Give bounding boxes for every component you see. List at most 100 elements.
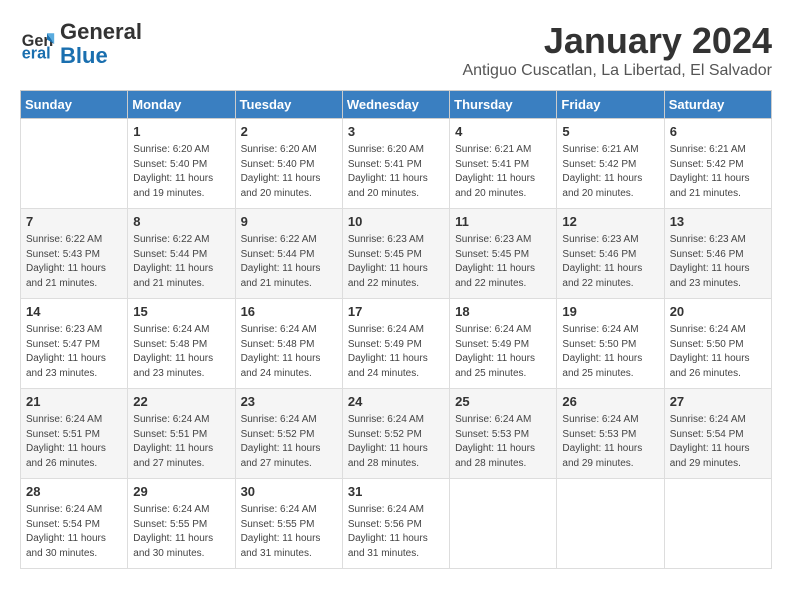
- cell-info: Sunrise: 6:24 AM Sunset: 5:53 PM Dayligh…: [562, 413, 658, 471]
- header-row: SundayMondayTuesdayWednesdayThursdayFrid…: [21, 91, 772, 119]
- day-number: 10: [348, 213, 444, 231]
- cell-info: Sunrise: 6:23 AM Sunset: 5:45 PM Dayligh…: [348, 233, 444, 291]
- cell-info: Sunrise: 6:23 AM Sunset: 5:47 PM Dayligh…: [26, 323, 122, 381]
- calendar-cell: [664, 479, 771, 569]
- cell-info: Sunrise: 6:24 AM Sunset: 5:49 PM Dayligh…: [348, 323, 444, 381]
- header-cell-friday: Friday: [557, 91, 664, 119]
- header-cell-wednesday: Wednesday: [342, 91, 449, 119]
- day-number: 18: [455, 303, 551, 321]
- cell-info: Sunrise: 6:24 AM Sunset: 5:53 PM Dayligh…: [455, 413, 551, 471]
- calendar-cell: 18 Sunrise: 6:24 AM Sunset: 5:49 PM Dayli…: [450, 299, 557, 389]
- calendar-cell: 13 Sunrise: 6:23 AM Sunset: 5:46 PM Dayli…: [664, 209, 771, 299]
- header-cell-sunday: Sunday: [21, 91, 128, 119]
- calendar-cell: 17 Sunrise: 6:24 AM Sunset: 5:49 PM Dayli…: [342, 299, 449, 389]
- cell-info: Sunrise: 6:22 AM Sunset: 5:43 PM Dayligh…: [26, 233, 122, 291]
- cell-info: Sunrise: 6:24 AM Sunset: 5:54 PM Dayligh…: [26, 503, 122, 561]
- day-number: 17: [348, 303, 444, 321]
- cell-info: Sunrise: 6:23 AM Sunset: 5:45 PM Dayligh…: [455, 233, 551, 291]
- calendar-cell: 31 Sunrise: 6:24 AM Sunset: 5:56 PM Dayli…: [342, 479, 449, 569]
- day-number: 7: [26, 213, 122, 231]
- cell-info: Sunrise: 6:23 AM Sunset: 5:46 PM Dayligh…: [562, 233, 658, 291]
- header-cell-thursday: Thursday: [450, 91, 557, 119]
- calendar-cell: 11 Sunrise: 6:23 AM Sunset: 5:45 PM Dayli…: [450, 209, 557, 299]
- calendar-cell: 4Sunrise: 6:21 AM Sunset: 5:41 PM Daylig…: [450, 119, 557, 209]
- day-number: 31: [348, 483, 444, 501]
- logo-line2: Blue: [60, 44, 142, 68]
- cell-info: Sunrise: 6:24 AM Sunset: 5:50 PM Dayligh…: [562, 323, 658, 381]
- day-number: 24: [348, 393, 444, 411]
- svg-text:eral: eral: [22, 45, 51, 63]
- day-number: 23: [241, 393, 337, 411]
- day-number: 5: [562, 123, 658, 141]
- day-number: 26: [562, 393, 658, 411]
- cell-info: Sunrise: 6:22 AM Sunset: 5:44 PM Dayligh…: [241, 233, 337, 291]
- day-number: 14: [26, 303, 122, 321]
- day-number: 1: [133, 123, 229, 141]
- cell-info: Sunrise: 6:24 AM Sunset: 5:50 PM Dayligh…: [670, 323, 766, 381]
- logo: Gen eral General Blue: [20, 20, 142, 68]
- day-number: 28: [26, 483, 122, 501]
- day-number: 15: [133, 303, 229, 321]
- cell-info: Sunrise: 6:24 AM Sunset: 5:56 PM Dayligh…: [348, 503, 444, 561]
- cell-info: Sunrise: 6:24 AM Sunset: 5:52 PM Dayligh…: [348, 413, 444, 471]
- day-number: 3: [348, 123, 444, 141]
- calendar-cell: 10 Sunrise: 6:23 AM Sunset: 5:45 PM Dayli…: [342, 209, 449, 299]
- cell-info: Sunrise: 6:24 AM Sunset: 5:55 PM Dayligh…: [133, 503, 229, 561]
- week-row-4: 21 Sunrise: 6:24 AM Sunset: 5:51 PM Dayli…: [21, 389, 772, 479]
- cell-info: Sunrise: 6:24 AM Sunset: 5:54 PM Dayligh…: [670, 413, 766, 471]
- day-number: 9: [241, 213, 337, 231]
- calendar-cell: 25 Sunrise: 6:24 AM Sunset: 5:53 PM Dayli…: [450, 389, 557, 479]
- calendar-cell: 20 Sunrise: 6:24 AM Sunset: 5:50 PM Dayli…: [664, 299, 771, 389]
- cell-info: Sunrise: 6:24 AM Sunset: 5:49 PM Dayligh…: [455, 323, 551, 381]
- logo-icon: Gen eral: [20, 26, 56, 62]
- cell-info: Sunrise: 6:20 AM Sunset: 5:40 PM Dayligh…: [133, 143, 229, 201]
- day-number: 29: [133, 483, 229, 501]
- day-number: 25: [455, 393, 551, 411]
- cell-info: Sunrise: 6:23 AM Sunset: 5:46 PM Dayligh…: [670, 233, 766, 291]
- calendar-cell: [21, 119, 128, 209]
- calendar-cell: 2 Sunrise: 6:20 AM Sunset: 5:40 PM Daylig…: [235, 119, 342, 209]
- cell-info: Sunrise: 6:24 AM Sunset: 5:51 PM Dayligh…: [26, 413, 122, 471]
- cell-info: Sunrise: 6:21 AM Sunset: 5:41 PM Dayligh…: [455, 143, 551, 201]
- month-title: January 2024: [462, 20, 772, 62]
- logo-line1: General: [60, 20, 142, 44]
- day-number: 19: [562, 303, 658, 321]
- cell-info: Sunrise: 6:24 AM Sunset: 5:48 PM Dayligh…: [133, 323, 229, 381]
- day-number: 16: [241, 303, 337, 321]
- header-cell-tuesday: Tuesday: [235, 91, 342, 119]
- day-number: 12: [562, 213, 658, 231]
- day-number: 6: [670, 123, 766, 141]
- calendar-cell: 9 Sunrise: 6:22 AM Sunset: 5:44 PM Daylig…: [235, 209, 342, 299]
- day-number: 30: [241, 483, 337, 501]
- title-block: January 2024 Antiguo Cuscatlan, La Liber…: [462, 20, 772, 80]
- day-number: 13: [670, 213, 766, 231]
- calendar-cell: [557, 479, 664, 569]
- day-number: 11: [455, 213, 551, 231]
- day-number: 20: [670, 303, 766, 321]
- cell-info: Sunrise: 6:20 AM Sunset: 5:40 PM Dayligh…: [241, 143, 337, 201]
- day-number: 22: [133, 393, 229, 411]
- page-header: Gen eral General Blue January 2024 Antig…: [20, 20, 772, 80]
- day-number: 21: [26, 393, 122, 411]
- day-number: 8: [133, 213, 229, 231]
- calendar-cell: 15 Sunrise: 6:24 AM Sunset: 5:48 PM Dayli…: [128, 299, 235, 389]
- calendar-cell: 30Sunrise: 6:24 AM Sunset: 5:55 PM Dayli…: [235, 479, 342, 569]
- week-row-1: 1 Sunrise: 6:20 AM Sunset: 5:40 PM Daylig…: [21, 119, 772, 209]
- day-number: 2: [241, 123, 337, 141]
- calendar-cell: 16Sunrise: 6:24 AM Sunset: 5:48 PM Dayli…: [235, 299, 342, 389]
- calendar-cell: 8 Sunrise: 6:22 AM Sunset: 5:44 PM Daylig…: [128, 209, 235, 299]
- calendar-cell: 26 Sunrise: 6:24 AM Sunset: 5:53 PM Dayli…: [557, 389, 664, 479]
- logo-text: General Blue: [60, 20, 142, 68]
- cell-info: Sunrise: 6:22 AM Sunset: 5:44 PM Dayligh…: [133, 233, 229, 291]
- week-row-3: 14 Sunrise: 6:23 AM Sunset: 5:47 PM Dayli…: [21, 299, 772, 389]
- calendar-cell: 23 Sunrise: 6:24 AM Sunset: 5:52 PM Dayli…: [235, 389, 342, 479]
- day-number: 27: [670, 393, 766, 411]
- cell-info: Sunrise: 6:21 AM Sunset: 5:42 PM Dayligh…: [670, 143, 766, 201]
- header-cell-monday: Monday: [128, 91, 235, 119]
- cell-info: Sunrise: 6:24 AM Sunset: 5:52 PM Dayligh…: [241, 413, 337, 471]
- header-cell-saturday: Saturday: [664, 91, 771, 119]
- calendar-cell: 5Sunrise: 6:21 AM Sunset: 5:42 PM Daylig…: [557, 119, 664, 209]
- cell-info: Sunrise: 6:20 AM Sunset: 5:41 PM Dayligh…: [348, 143, 444, 201]
- calendar-cell: 29 Sunrise: 6:24 AM Sunset: 5:55 PM Dayli…: [128, 479, 235, 569]
- cell-info: Sunrise: 6:24 AM Sunset: 5:51 PM Dayligh…: [133, 413, 229, 471]
